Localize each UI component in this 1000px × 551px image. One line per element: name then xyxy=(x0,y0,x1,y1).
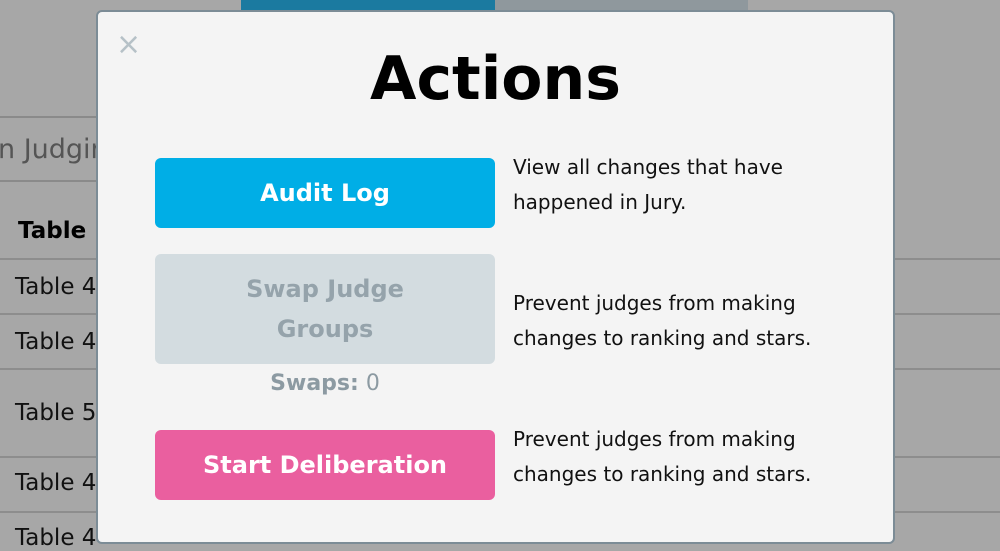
swaps-label: Swaps: xyxy=(270,371,359,396)
swap-judge-groups-description: Prevent judges from making changes to ra… xyxy=(513,291,812,350)
start-deliberation-description: Prevent judges from making changes to ra… xyxy=(513,427,812,486)
audit-log-description: View all changes that have happened in J… xyxy=(513,155,783,214)
background-table-row: Table 5 xyxy=(15,400,97,426)
background-tab-inactive xyxy=(495,0,748,10)
background-table-row: Table 4 xyxy=(15,525,97,551)
background-tab-active xyxy=(241,0,495,10)
background-table-row: Table 4 xyxy=(15,470,97,496)
swap-judge-groups-button[interactable]: Swap Judge Groups xyxy=(155,254,495,364)
modal-title: Actions xyxy=(370,44,621,114)
audit-log-button[interactable]: Audit Log xyxy=(155,158,495,228)
swaps-value: 0 xyxy=(365,371,380,396)
swaps-count: Swaps: 0 xyxy=(155,371,495,396)
background-table-row: Table 4 xyxy=(15,329,97,355)
background-table-header: Table xyxy=(18,218,87,244)
background-table-row: Table 4 xyxy=(15,274,97,300)
start-deliberation-button[interactable]: Start Deliberation xyxy=(155,430,495,500)
